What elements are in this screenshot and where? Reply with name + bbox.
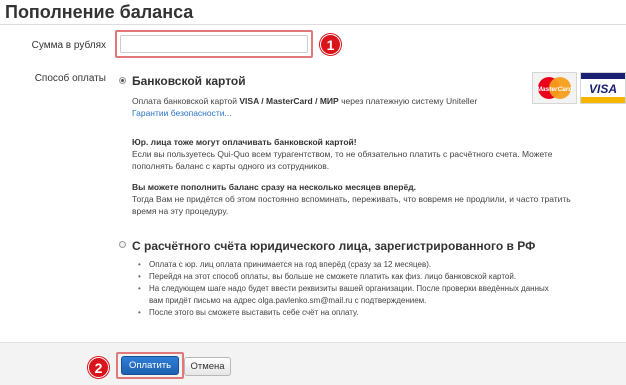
option-invoice-title[interactable]: С расчётного счёта юридического лица, за… [132,239,535,253]
note-prepay-title: Вы можете пополнить баланс сразу на неск… [132,182,416,192]
amount-label: Сумма в рублях [31,40,106,51]
option-bank-card-title[interactable]: Банковской картой [132,74,246,88]
amount-highlight-frame [115,30,313,58]
security-guarantee-link[interactable]: Гарантии безопасности... [132,108,232,118]
title-divider [0,24,626,25]
mastercard-logo: MasterCard [532,72,577,104]
step-badge-2: 2 [88,357,109,378]
page-title: Пополнение баланса [5,2,194,22]
visa-logo-text: VISA [589,82,617,96]
note-prepay-line: Тогда Вам не придётся об этом постоянно … [132,194,571,204]
invoice-bullet-list: Оплата с юр. лиц оплата принимается на г… [137,259,549,319]
card-description: Оплата банковской картой VISA / MasterCa… [132,96,478,106]
amount-input[interactable] [120,35,308,53]
radio-bank-card[interactable] [119,77,126,84]
payment-method-label: Способ оплаты [34,73,106,84]
list-item: Оплата с юр. лиц оплата принимается на г… [137,259,549,271]
note-legal-line: Если вы пользуетесь Qui-Quo всем тураген… [132,149,553,159]
list-item: На следующем шаге надо будет ввести рекв… [137,283,549,295]
list-item: вам придёт письмо на адрес olga.pavlenko… [149,296,427,305]
note-legal-line: пополнять баланс с карты одного из сотру… [132,161,330,171]
visa-logo: VISA [580,72,626,104]
note-prepay-line: время на эту процедуру. [132,206,229,216]
cancel-button[interactable]: Отмена [184,357,231,376]
list-item: После этого вы сможете выставить себе сч… [137,307,549,319]
mastercard-logo-text: MasterCard [537,86,574,93]
pay-button[interactable]: Оплатить [121,356,179,375]
step-badge-1: 1 [320,34,341,55]
radio-bank-invoice[interactable] [119,241,126,248]
list-item: Перейдя на этот способ оплаты, вы больше… [137,271,549,283]
pay-highlight-frame: Оплатить [116,352,184,379]
note-legal-title: Юр. лица тоже могут оплачивать банковско… [132,137,357,147]
